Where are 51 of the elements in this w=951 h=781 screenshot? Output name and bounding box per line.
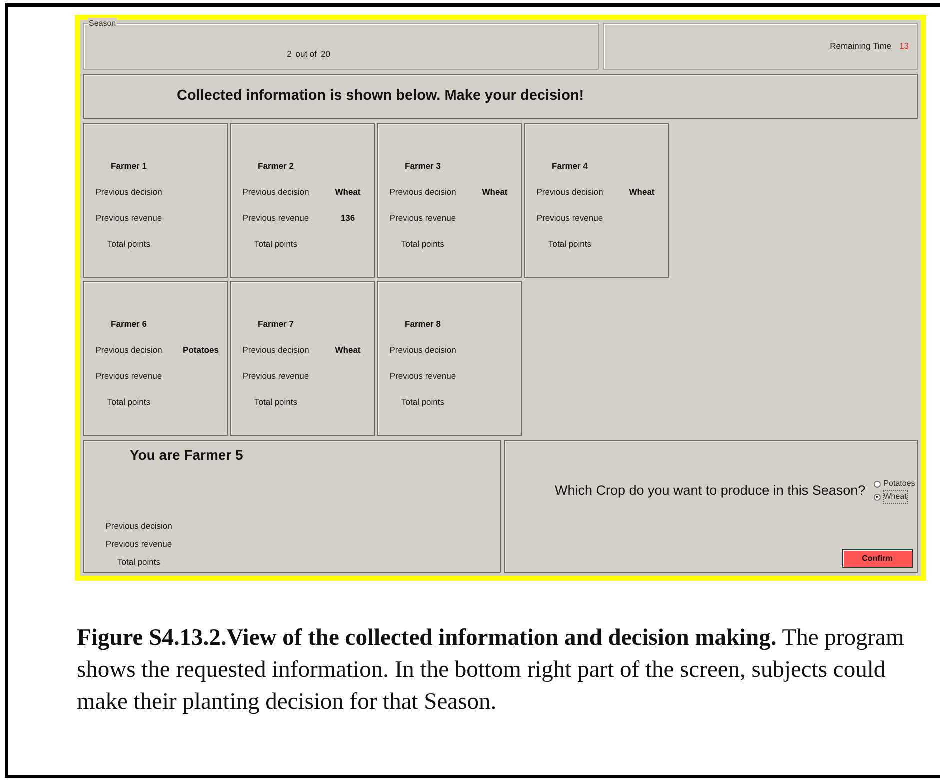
field-label: Total points bbox=[402, 396, 444, 408]
figure-caption: Figure S4.13.2.View of the collected information and decision making. The program shows the requested information. In the bottom right part of the screen, subjects could make their planting decision for that Season. bbox=[77, 624, 906, 717]
farmer-title: Farmer 3 bbox=[405, 160, 441, 174]
field-value: Wheat bbox=[335, 344, 361, 357]
field-label: Previous decision bbox=[96, 344, 162, 357]
field-label: Total points bbox=[108, 238, 150, 250]
field-label: Total points bbox=[108, 396, 150, 408]
field-label: Previous decision bbox=[106, 520, 172, 534]
field-label: Previous decision bbox=[242, 186, 310, 199]
field-label: Previous revenue bbox=[96, 212, 162, 225]
field-label: Previous decision bbox=[390, 186, 456, 199]
farmer-title: Farmer 4 bbox=[552, 160, 588, 174]
radio-label: Potatoes bbox=[884, 478, 916, 490]
season-total: 20 bbox=[321, 48, 330, 61]
farmer-title: Farmer 1 bbox=[111, 160, 147, 174]
field-label: Previous revenue bbox=[96, 370, 162, 383]
field-label: Total points bbox=[118, 556, 160, 569]
radio-label: Wheat bbox=[884, 491, 907, 504]
field-label: Previous decision bbox=[242, 344, 310, 357]
timer-label: Remaining Time bbox=[830, 40, 892, 53]
field-label: Total points bbox=[402, 238, 444, 250]
field-value: 136 bbox=[340, 212, 356, 225]
confirm-button[interactable]: Confirm bbox=[842, 549, 913, 568]
field-label: Total points bbox=[548, 238, 592, 250]
question-text: Which Crop do you want to produce in this Season? bbox=[555, 482, 866, 500]
farmer-title: Farmer 6 bbox=[111, 318, 147, 332]
instruction-heading: Collected information is shown below. Make your decision! bbox=[177, 86, 584, 106]
field-label: Previous revenue bbox=[390, 370, 456, 383]
field-label: Previous revenue bbox=[390, 212, 456, 225]
field-label: Total points bbox=[254, 396, 298, 408]
field-label: Previous revenue bbox=[536, 212, 604, 225]
farmer-title: Farmer 8 bbox=[405, 318, 441, 332]
farmer-title: Farmer 2 bbox=[258, 160, 294, 174]
timer-value: 13 bbox=[900, 40, 909, 53]
farmer-title: Farmer 7 bbox=[258, 318, 294, 332]
own-title: You are Farmer 5 bbox=[130, 446, 244, 466]
season-label: out of bbox=[296, 48, 318, 61]
field-label: Previous revenue bbox=[242, 212, 310, 225]
radio-button[interactable] bbox=[874, 480, 881, 488]
field-label: Previous revenue bbox=[242, 370, 310, 383]
field-value: Wheat bbox=[629, 186, 655, 199]
field-label: Total points bbox=[254, 238, 298, 250]
field-label: Previous decision bbox=[390, 344, 456, 357]
field-value: Wheat bbox=[335, 186, 361, 199]
field-value: Wheat bbox=[482, 186, 508, 199]
field-label: Previous decision bbox=[96, 186, 162, 199]
field-label: Previous revenue bbox=[106, 538, 172, 551]
field-value: Potatoes bbox=[183, 344, 219, 357]
field-label: Previous decision bbox=[536, 186, 604, 199]
radio-button[interactable] bbox=[874, 494, 881, 501]
season-number: 2 bbox=[287, 48, 292, 61]
